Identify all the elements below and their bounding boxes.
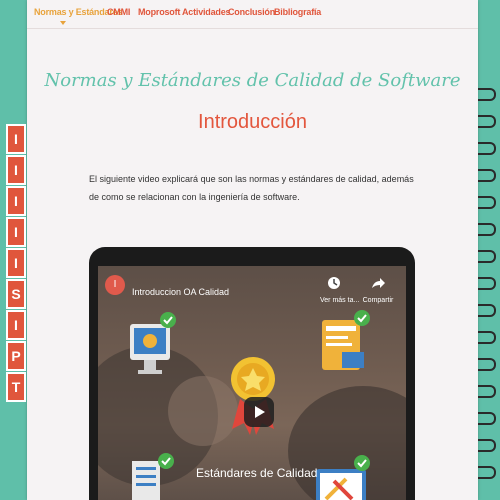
side-tab[interactable]: S — [6, 279, 26, 309]
binding-ring-icon — [478, 142, 496, 155]
binding-ring-icon — [478, 385, 496, 398]
binding-ring-icon — [478, 439, 496, 452]
channel-avatar[interactable]: I — [105, 275, 125, 295]
share-button[interactable]: Compartir — [360, 276, 396, 304]
tablet-frame: I Introduccion OA Calidad Ver más ta... … — [89, 247, 415, 500]
play-button[interactable] — [244, 397, 274, 427]
nav-item-conclusion[interactable]: Conclusión — [228, 7, 275, 17]
video-title[interactable]: Introduccion OA Calidad — [132, 287, 229, 297]
top-navigation: Normas y Estándares CMMI Moprosoft Activ… — [27, 0, 478, 29]
intro-paragraph: El siguiente video explicará que son las… — [89, 174, 414, 202]
document-illustration — [132, 453, 174, 500]
watch-later-button[interactable]: Ver más ta... — [320, 276, 360, 304]
nav-item-actividades[interactable]: Actividades — [182, 7, 231, 17]
side-tab[interactable]: I — [6, 248, 26, 278]
binding-ring-icon — [478, 115, 496, 128]
medal-illustration — [231, 357, 275, 435]
side-tab[interactable]: I — [6, 217, 26, 247]
page-title: Normas y Estándares de Calidad de Softwa… — [44, 70, 461, 91]
binding-ring-icon — [478, 169, 496, 182]
nav-item-bibliografia[interactable]: Bibliografía — [274, 7, 321, 17]
binding-ring-icon — [478, 331, 496, 344]
video-overlay-title: Estándares de Calidad — [196, 466, 318, 480]
share-icon — [372, 278, 385, 288]
section-heading: Introducción — [198, 111, 307, 133]
clock-icon — [328, 277, 340, 289]
binding-ring-icon — [478, 250, 496, 263]
side-tab[interactable]: T — [6, 372, 26, 402]
spiral-binding — [478, 80, 500, 480]
side-tab[interactable]: I — [6, 186, 26, 216]
binding-ring-icon — [478, 304, 496, 317]
share-label: Compartir — [362, 297, 394, 304]
nav-item-moprosoft[interactable]: Moprosoft — [138, 7, 180, 17]
side-tab[interactable]: I — [6, 124, 26, 154]
side-tabs: I I I I I S I P T — [6, 124, 26, 403]
binding-ring-icon — [478, 223, 496, 236]
video-player[interactable]: I Introduccion OA Calidad Ver más ta... … — [98, 266, 406, 500]
binding-ring-icon — [478, 466, 496, 479]
binding-ring-icon — [478, 88, 496, 101]
tools-illustration — [316, 455, 370, 500]
binding-ring-icon — [478, 358, 496, 371]
active-indicator-icon — [60, 21, 66, 25]
side-tab[interactable]: I — [6, 155, 26, 185]
nav-item-cmmi[interactable]: CMMI — [107, 7, 130, 17]
code-illustration — [322, 310, 370, 370]
side-tab[interactable]: P — [6, 341, 26, 371]
monitor-illustration — [130, 312, 176, 374]
binding-ring-icon — [478, 196, 496, 209]
side-tab[interactable]: I — [6, 310, 26, 340]
binding-ring-icon — [478, 412, 496, 425]
watch-later-label: Ver más ta... — [320, 297, 360, 304]
notebook-page: Normas y Estándares CMMI Moprosoft Activ… — [27, 0, 478, 500]
binding-ring-icon — [478, 277, 496, 290]
